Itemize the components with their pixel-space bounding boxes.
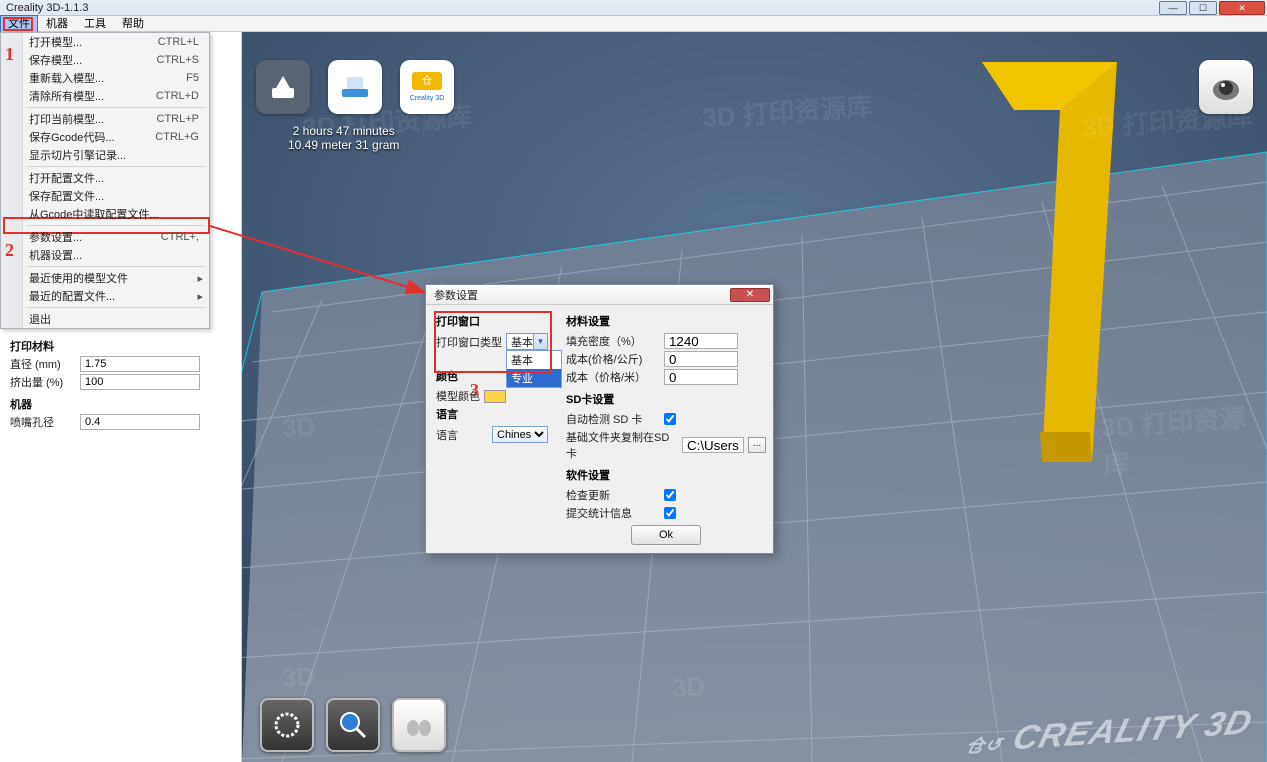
flow-row: 挤出量 (%) [10,374,231,390]
diameter-row: 直径 (mm) [10,356,231,372]
section-software: 软件设置 [566,467,766,483]
view-mirror-button[interactable] [392,698,446,752]
chevron-down-icon: ▼ [533,334,547,349]
file-menu-dropdown: 打开模型...CTRL+L 保存模型...CTRL+S 重新载入模型...F5 … [0,32,210,329]
model-color-swatch[interactable] [484,390,506,403]
section-sd: SD卡设置 [566,391,766,407]
model-color-label: 模型颜色 [436,388,480,404]
menu-item-open-profile[interactable]: 打开配置文件... [1,169,209,187]
svg-text:Creality 3D: Creality 3D [410,95,445,102]
menu-help[interactable]: 帮助 [114,16,152,32]
check-update-checkbox[interactable] [664,489,676,501]
view-zoom-button[interactable] [326,698,380,752]
window-maximize-button[interactable]: ☐ [1189,1,1217,15]
sidebar: 打开模型...CTRL+L 保存模型...CTRL+S 重新载入模型...F5 … [0,32,242,762]
svg-text:仓: 仓 [422,74,432,87]
model-preview [982,62,1162,462]
menu-item-machine-settings[interactable]: 机器设置... [1,246,209,264]
auto-detect-sd-checkbox[interactable] [664,413,676,425]
camera-button[interactable] [1199,60,1253,114]
cost-kg-label: 成本(价格/公斤) [566,351,660,367]
nozzle-row: 喷嘴孔径 [10,414,231,430]
option-basic[interactable]: 基本 [507,351,561,369]
ok-button[interactable]: Ok [631,525,701,545]
nozzle-label: 喷嘴孔径 [10,414,80,430]
flow-label: 挤出量 (%) [10,374,80,390]
menu-tools[interactable]: 工具 [76,16,114,32]
print-window-type-select[interactable]: 基本 ▼ 基本 专业 [506,333,548,350]
language-label: 语言 [436,427,488,443]
window-close-button[interactable]: ✕ [1219,1,1265,15]
dialog-close-button[interactable]: ✕ [730,288,770,302]
print-window-type-label: 打印窗口类型 [436,334,502,350]
menu-item-recent-models[interactable]: 最近使用的模型文件 [1,269,209,287]
sd-path-input[interactable] [682,437,744,453]
window-title: Creality 3D-1.1.3 [6,2,89,14]
section-print-window: 打印窗口 [436,313,548,329]
section-material: 材料设置 [566,313,766,329]
view-rotate-button[interactable] [260,698,314,752]
cost-m-label: 成本（价格/米） [566,369,660,385]
density-input[interactable] [664,333,738,349]
auto-detect-sd-label: 自动检测 SD 卡 [566,411,660,427]
menu-file[interactable]: 文件 [0,15,38,33]
check-update-label: 检查更新 [566,487,660,503]
print-window-type-options: 基本 专业 [506,350,562,388]
menu-item-open-model[interactable]: 打开模型...CTRL+L [1,33,209,51]
menu-item-recent-profiles[interactable]: 最近的配置文件... [1,287,209,305]
menu-item-clear-models[interactable]: 清除所有模型...CTRL+D [1,87,209,105]
material-panel: 打印材料 直径 (mm) 挤出量 (%) 机器 喷嘴孔径 [10,332,231,432]
submit-stats-label: 提交统计信息 [566,505,660,521]
menu-item-exit[interactable]: 退出 [1,310,209,328]
nozzle-input[interactable] [80,414,200,430]
cost-m-input[interactable] [664,369,738,385]
print-info: 2 hours 47 minutes 10.49 meter 31 gram [288,124,399,152]
menu-item-show-slice-log[interactable]: 显示切片引擎记录... [1,146,209,164]
window-minimize-button[interactable]: — [1159,1,1187,15]
cost-kg-input[interactable] [664,351,738,367]
preferences-dialog: 参数设置 ✕ 打印窗口 打印窗口类型 基本 ▼ 基本 专业 颜色 模型颜色 [425,284,774,554]
language-select[interactable]: Chinese [492,426,548,443]
window-titlebar: Creality 3D-1.1.3 — ☐ ✕ [0,0,1267,16]
sd-path-label: 基础文件夹复制在SD卡 [566,429,678,461]
toolbar-save-sd-button[interactable] [256,60,310,114]
menu-item-print-current[interactable]: 打印当前模型...CTRL+P [1,110,209,128]
flow-input[interactable] [80,374,200,390]
sd-path-browse-button[interactable]: ... [748,437,766,453]
density-label: 填充密度（%） [566,333,660,349]
menubar: 文件 机器 工具 帮助 [0,16,1267,32]
menu-item-read-profile-gcode[interactable]: 从Gcode中读取配置文件... [1,205,209,223]
material-header: 打印材料 [10,338,231,354]
toolbar-printer-button[interactable] [328,60,382,114]
toolbar-creality-button[interactable]: Creality 3D 仓 [400,60,454,114]
submit-stats-checkbox[interactable] [664,507,676,519]
diameter-label: 直径 (mm) [10,356,80,372]
diameter-input[interactable] [80,356,200,372]
menu-item-save-profile[interactable]: 保存配置文件... [1,187,209,205]
menu-machine[interactable]: 机器 [38,16,76,32]
option-pro[interactable]: 专业 [507,369,561,387]
dialog-title: 参数设置 [434,287,478,303]
section-language: 语言 [436,406,548,422]
machine-header: 机器 [10,396,231,412]
menu-item-reload-model[interactable]: 重新载入模型...F5 [1,69,209,87]
menu-item-save-model[interactable]: 保存模型...CTRL+S [1,51,209,69]
menu-item-save-gcode[interactable]: 保存Gcode代码...CTRL+G [1,128,209,146]
menu-item-preferences[interactable]: 参数设置...CTRL+, [1,228,209,246]
